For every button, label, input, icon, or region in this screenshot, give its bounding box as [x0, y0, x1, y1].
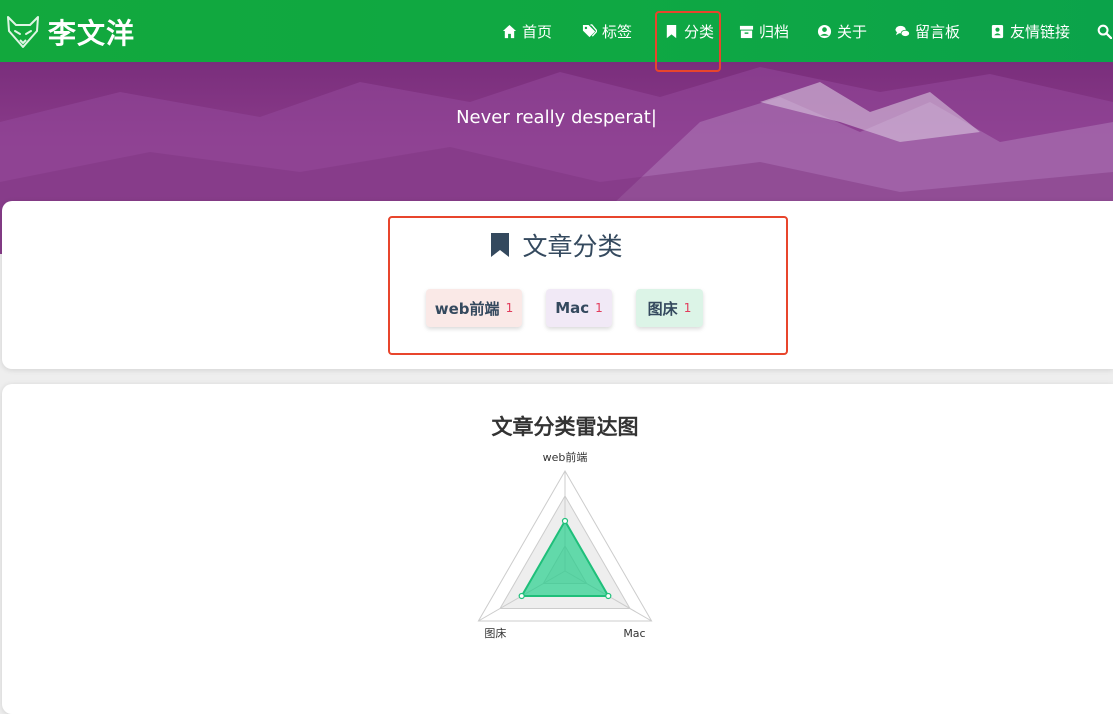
fox-logo-icon [7, 16, 39, 48]
nav-categories[interactable]: 分类 [664, 0, 714, 62]
nav-tags[interactable]: 标签 [582, 0, 632, 62]
archive-icon [739, 25, 754, 38]
nav-links[interactable]: 友情链接 [990, 0, 1070, 62]
nav-home[interactable]: 首页 [502, 0, 552, 62]
radar-data-point [605, 592, 612, 600]
site-title: 李文洋 [48, 17, 136, 50]
brand[interactable]: 李文洋 [6, 12, 135, 52]
nav-about-label: 关于 [837, 22, 868, 41]
bookmark-icon [666, 24, 677, 38]
nav-archive-label: 归档 [759, 22, 790, 41]
radar-data-point [561, 517, 569, 525]
address-card-icon [991, 24, 1004, 38]
search-button[interactable] [1097, 0, 1113, 62]
nav-links-label: 友情链接 [1010, 22, 1071, 41]
nav-guestbook-label: 留言板 [915, 22, 961, 41]
nav-home-label: 首页 [522, 22, 553, 41]
radar-data-point [518, 592, 525, 600]
top-navbar: 李文洋 首页 标签 分类 归档 关于 留言板 友情链接 [0, 0, 1113, 62]
nav-guestbook[interactable]: 留言板 [895, 0, 960, 62]
nav-categories-label: 分类 [684, 22, 715, 41]
nav-archive[interactable]: 归档 [739, 0, 789, 62]
nav-tags-label: 标签 [602, 22, 633, 41]
home-icon [502, 24, 517, 38]
radar-indicator-label: Mac [623, 627, 645, 640]
user-circle-icon [817, 24, 832, 38]
nav-about[interactable]: 关于 [817, 0, 867, 62]
radar-indicator-label: web前端 [543, 450, 588, 464]
category-radar-chart: web前端 Mac 图床 [477, 450, 653, 640]
comments-icon [895, 25, 910, 37]
tags-icon [582, 23, 597, 37]
radar-indicator-label: 图床 [484, 626, 506, 640]
search-icon [1097, 24, 1112, 39]
